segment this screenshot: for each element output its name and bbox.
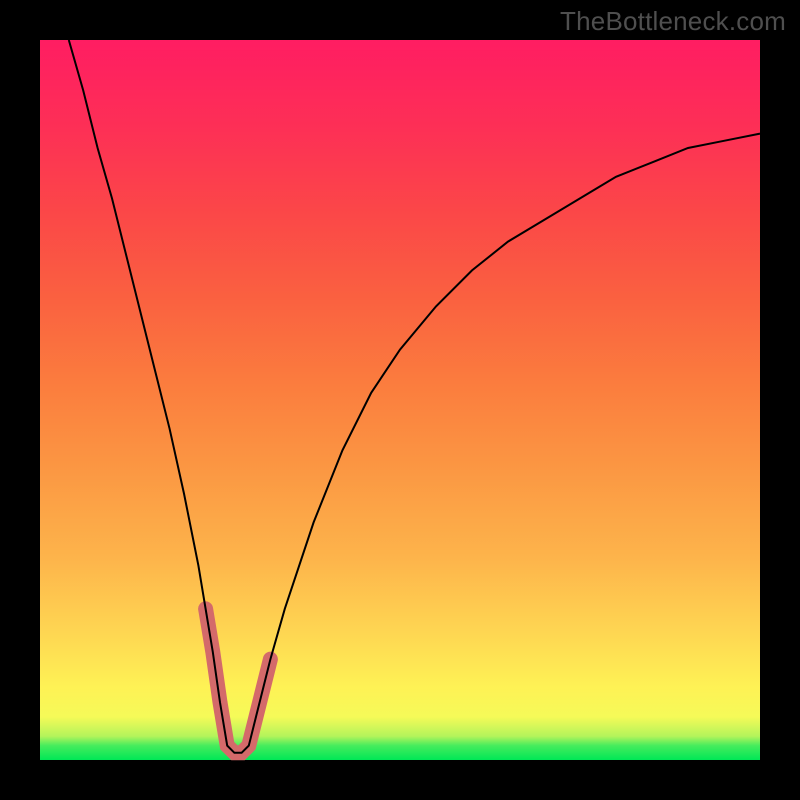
curve-svg [40,40,760,760]
highlight-path [206,609,271,753]
watermark-text: TheBottleneck.com [560,6,786,37]
plot-area [40,40,760,760]
chart-frame: TheBottleneck.com [0,0,800,800]
main-curve-path [69,40,760,753]
